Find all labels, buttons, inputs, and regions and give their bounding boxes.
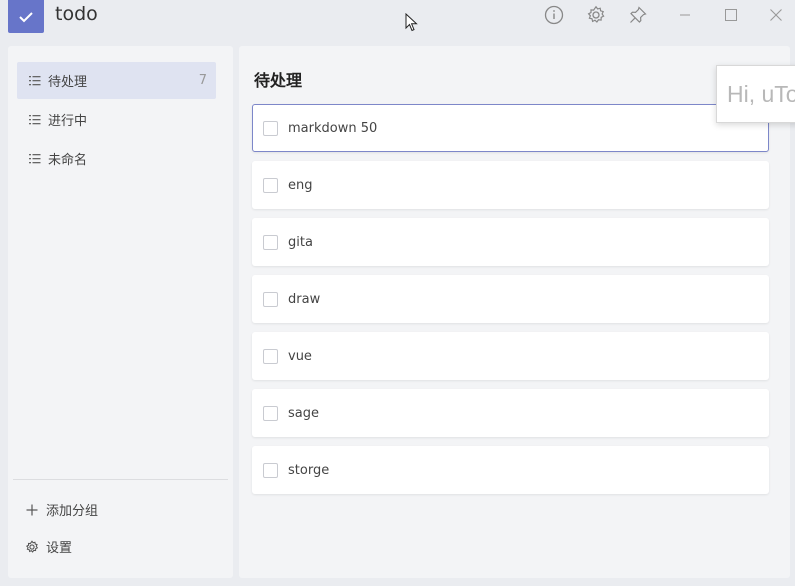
task-label: vue (288, 348, 312, 364)
task-checkbox[interactable] (263, 291, 278, 307)
sidebar-item-label: 未命名 (48, 153, 88, 168)
app-title: todo (55, 3, 98, 25)
task-item[interactable]: markdown 50 (252, 104, 769, 152)
sidebar-item-count: 7 (198, 73, 207, 88)
task-checkbox[interactable] (263, 405, 278, 421)
close-button[interactable] (764, 3, 788, 27)
sidebar-item-pending[interactable]: 待处理 7 (17, 62, 216, 99)
info-icon (544, 5, 564, 25)
settings-button[interactable] (584, 3, 608, 27)
task-label: eng (288, 177, 313, 193)
title-bar: todo (0, 0, 795, 42)
page-title: 待处理 (254, 71, 303, 90)
task-checkbox[interactable] (263, 120, 278, 136)
minimize-icon (680, 14, 690, 16)
sidebar-item-label: 待处理 (48, 75, 88, 90)
cursor-icon (405, 13, 418, 32)
settings-label: 设置 (46, 541, 73, 556)
greeting-popup: Hi, uTo (716, 65, 795, 123)
task-item[interactable]: storge (252, 446, 769, 494)
gear-icon (587, 5, 605, 23)
close-icon (770, 9, 782, 21)
sidebar: 待处理 7 进行中 未命名 添加分组 设置 (8, 46, 233, 578)
list-icon (29, 75, 41, 85)
task-checkbox[interactable] (263, 234, 278, 250)
maximize-button[interactable] (719, 3, 743, 27)
maximize-icon (725, 9, 737, 21)
check-icon (19, 11, 33, 22)
sidebar-item-unnamed[interactable]: 未命名 (17, 140, 216, 177)
pin-button[interactable] (626, 3, 650, 27)
task-item[interactable]: gita (252, 218, 769, 266)
list-icon (29, 153, 41, 163)
task-label: gita (288, 234, 313, 250)
task-label: draw (288, 291, 321, 307)
task-item[interactable]: eng (252, 161, 769, 209)
sidebar-item-label: 进行中 (48, 114, 88, 129)
task-label: markdown 50 (288, 120, 378, 136)
task-checkbox[interactable] (263, 348, 278, 364)
sidebar-item-in-progress[interactable]: 进行中 (17, 101, 216, 138)
add-group-label: 添加分组 (46, 504, 99, 519)
minimize-button[interactable] (673, 3, 697, 27)
task-label: storge (288, 462, 330, 478)
settings-icon (25, 539, 39, 554)
task-item[interactable]: sage (252, 389, 769, 437)
task-item[interactable]: vue (252, 332, 769, 380)
sidebar-divider (13, 479, 228, 480)
task-checkbox[interactable] (263, 462, 278, 478)
main-panel: 待处理 markdown 50 eng gita draw vue sage s… (239, 46, 790, 578)
info-button[interactable] (542, 3, 566, 27)
list-icon (29, 114, 41, 124)
task-checkbox[interactable] (263, 177, 278, 193)
plus-icon (25, 503, 39, 517)
add-group-button[interactable]: 添加分组 (25, 500, 98, 519)
task-item[interactable]: draw (252, 275, 769, 323)
task-label: sage (288, 405, 319, 421)
popup-text: Hi, uTo (727, 80, 795, 107)
app-logo (8, 0, 44, 33)
pin-icon (630, 6, 647, 23)
settings-link[interactable]: 设置 (25, 537, 72, 556)
